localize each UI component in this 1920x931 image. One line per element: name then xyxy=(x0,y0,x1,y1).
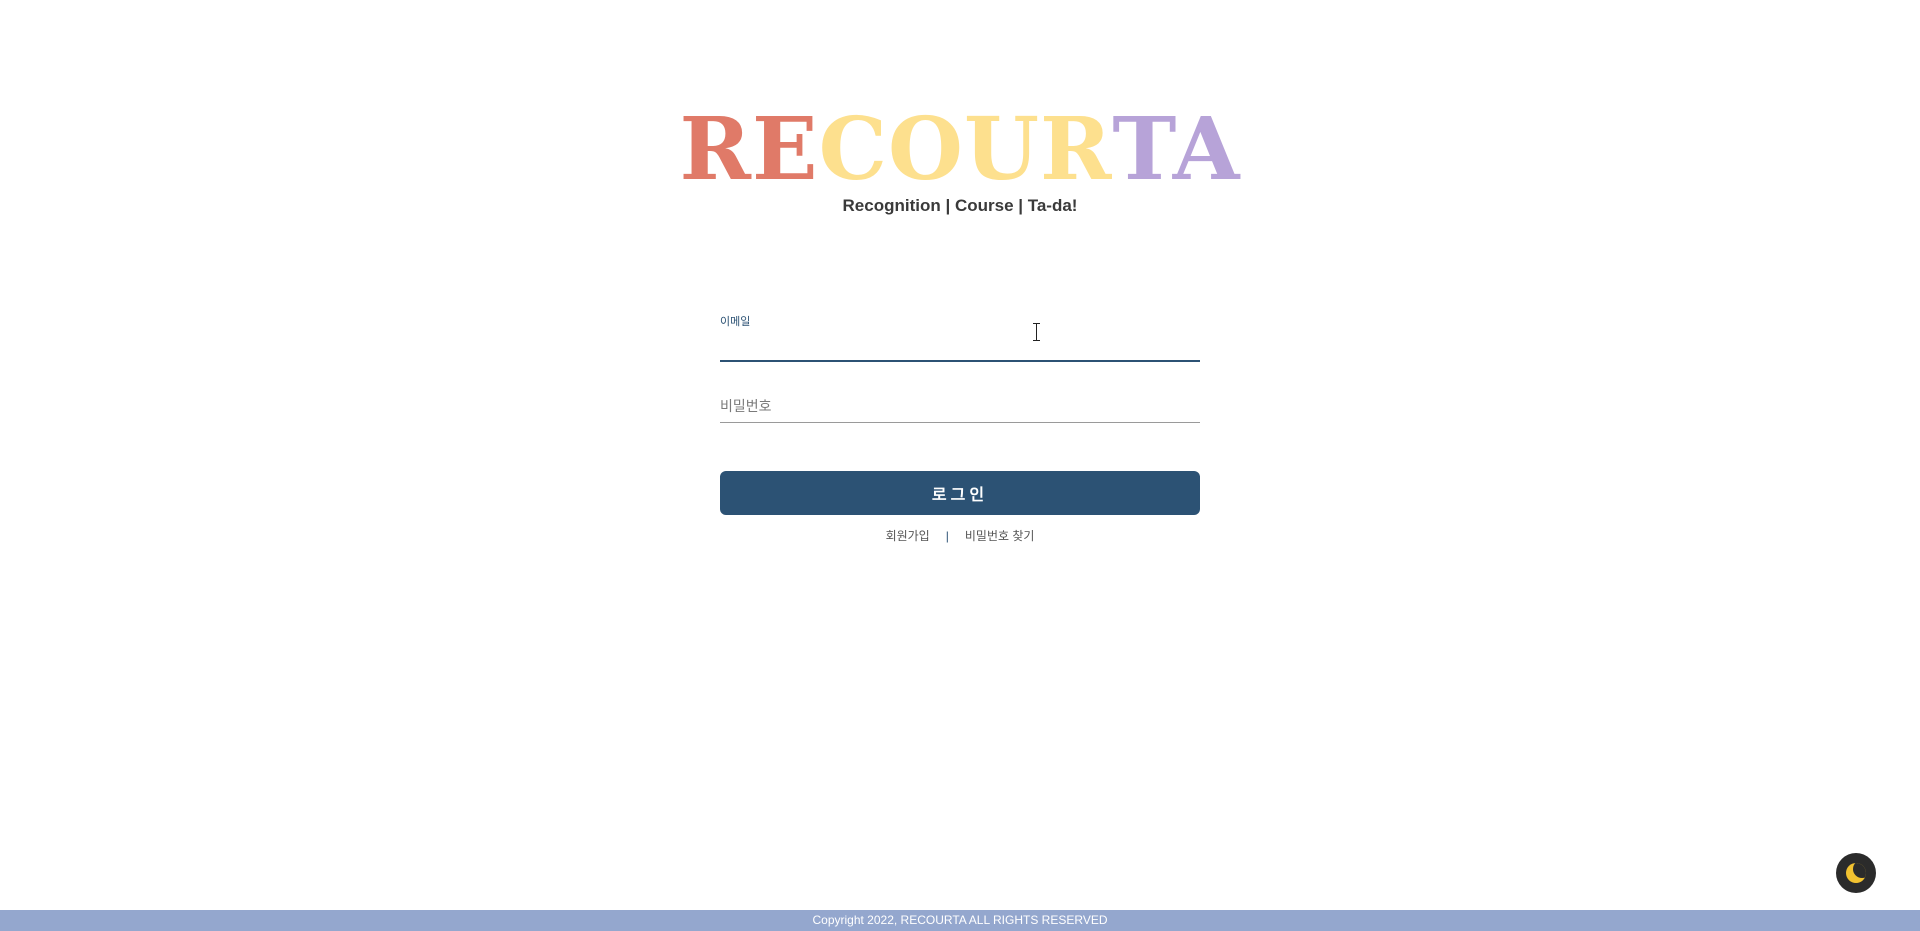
logo-part-ta: TA xyxy=(1112,99,1241,200)
theme-toggle-button[interactable] xyxy=(1836,853,1876,893)
email-field[interactable] xyxy=(720,324,1200,354)
moon-icon xyxy=(1846,863,1866,883)
logo-part-re: RE xyxy=(679,99,819,200)
login-page: RECOURTA Recognition | Course | Ta-da! 이… xyxy=(0,0,1920,931)
password-field-wrapper xyxy=(720,392,1200,423)
logo: RECOURTA xyxy=(0,100,1920,200)
find-password-link[interactable]: 비밀번호 찾기 xyxy=(965,529,1035,543)
signup-link[interactable]: 회원가입 xyxy=(886,529,930,543)
text-cursor-icon xyxy=(1033,323,1041,341)
login-button[interactable]: 로그인 xyxy=(720,471,1200,515)
logo-part-cour: COUR xyxy=(818,99,1113,200)
auth-links: 회원가입 | 비밀번호 찾기 xyxy=(720,527,1200,544)
email-field-wrapper: 이메일 xyxy=(720,306,1200,362)
login-form: 이메일 로그인 회원가입 | 비밀번호 찾기 xyxy=(720,306,1200,544)
password-field[interactable] xyxy=(720,392,1200,422)
tagline: Recognition | Course | Ta-da! xyxy=(842,196,1078,215)
footer: Copyright 2022, RECOURTA ALL RIGHTS RESE… xyxy=(0,910,1920,931)
link-separator: | xyxy=(945,529,949,543)
